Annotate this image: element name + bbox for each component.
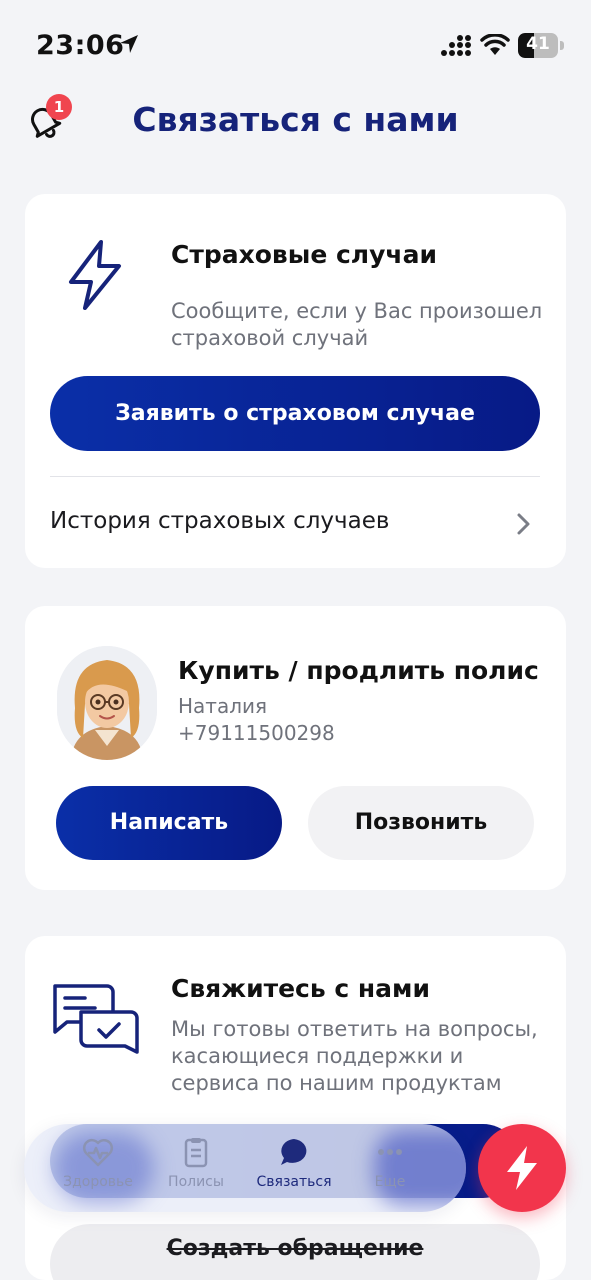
clipboard-icon xyxy=(184,1138,208,1168)
location-arrow-icon xyxy=(120,35,138,53)
heart-pulse-icon xyxy=(82,1138,114,1167)
chat-bubbles-icon xyxy=(53,984,139,1054)
chevron-right-icon xyxy=(517,513,530,535)
chat-bubble-icon xyxy=(281,1139,307,1165)
cellular-signal-icon xyxy=(441,35,471,56)
battery-indicator: 41 xyxy=(518,33,564,58)
tab-contact[interactable]: Связаться xyxy=(246,1136,342,1206)
wifi-icon xyxy=(480,34,510,55)
tab-health[interactable]: Здоровье xyxy=(50,1136,146,1206)
emergency-fab[interactable] xyxy=(478,1124,566,1212)
insurance-cases-card: Страховые случаи Сообщите, если у Вас пр… xyxy=(25,194,566,568)
tab-more-label: Еще xyxy=(374,1174,406,1190)
contact-us-title: Свяжитесь с нами xyxy=(171,974,431,1003)
call-button[interactable]: Позвонить xyxy=(308,786,534,860)
bottom-tab-bar: Здоровье Полисы Связаться Еще xyxy=(24,1124,466,1212)
lightning-icon xyxy=(69,240,121,310)
insurance-cases-title: Страховые случаи xyxy=(171,240,437,269)
contact-us-card: Свяжитесь с нами Мы готовы ответить на в… xyxy=(25,936,566,1280)
insurance-history-link[interactable]: История страховых случаев xyxy=(50,494,540,554)
create-request-label: Создать обращение xyxy=(166,1236,424,1261)
agent-name: Наталия xyxy=(178,694,268,718)
agent-card: Купить / продлить полис Наталия +7911150… xyxy=(25,606,566,890)
create-request-button[interactable]: Создать обращение xyxy=(50,1224,540,1280)
lightning-icon xyxy=(507,1146,537,1190)
insurance-cases-description: Сообщите, если у Вас произошел страховой… xyxy=(171,299,543,350)
tab-contact-label: Связаться xyxy=(256,1174,332,1190)
status-time: 23:06 xyxy=(36,30,125,61)
status-bar: 23:06 41 xyxy=(0,0,591,90)
agent-card-title: Купить / продлить полис xyxy=(178,656,539,685)
report-insurance-case-button[interactable]: Заявить о страховом случае xyxy=(50,376,540,451)
battery-percentage: 41 xyxy=(526,34,550,54)
divider xyxy=(50,476,540,477)
insurance-history-label: История страховых случаев xyxy=(50,508,390,534)
tab-more[interactable]: Еще xyxy=(342,1136,438,1206)
page-title: Связаться с нами xyxy=(132,100,459,139)
agent-avatar xyxy=(57,646,157,760)
tab-policies[interactable]: Полисы xyxy=(148,1136,244,1206)
agent-phone: +79111500298 xyxy=(178,721,335,745)
contact-us-description: Мы готовы ответить на вопросы, касающиес… xyxy=(171,1017,538,1095)
more-dots-icon xyxy=(378,1149,402,1155)
tab-policies-label: Полисы xyxy=(168,1174,224,1190)
write-button[interactable]: Написать xyxy=(56,786,282,860)
tab-health-label: Здоровье xyxy=(63,1174,133,1190)
